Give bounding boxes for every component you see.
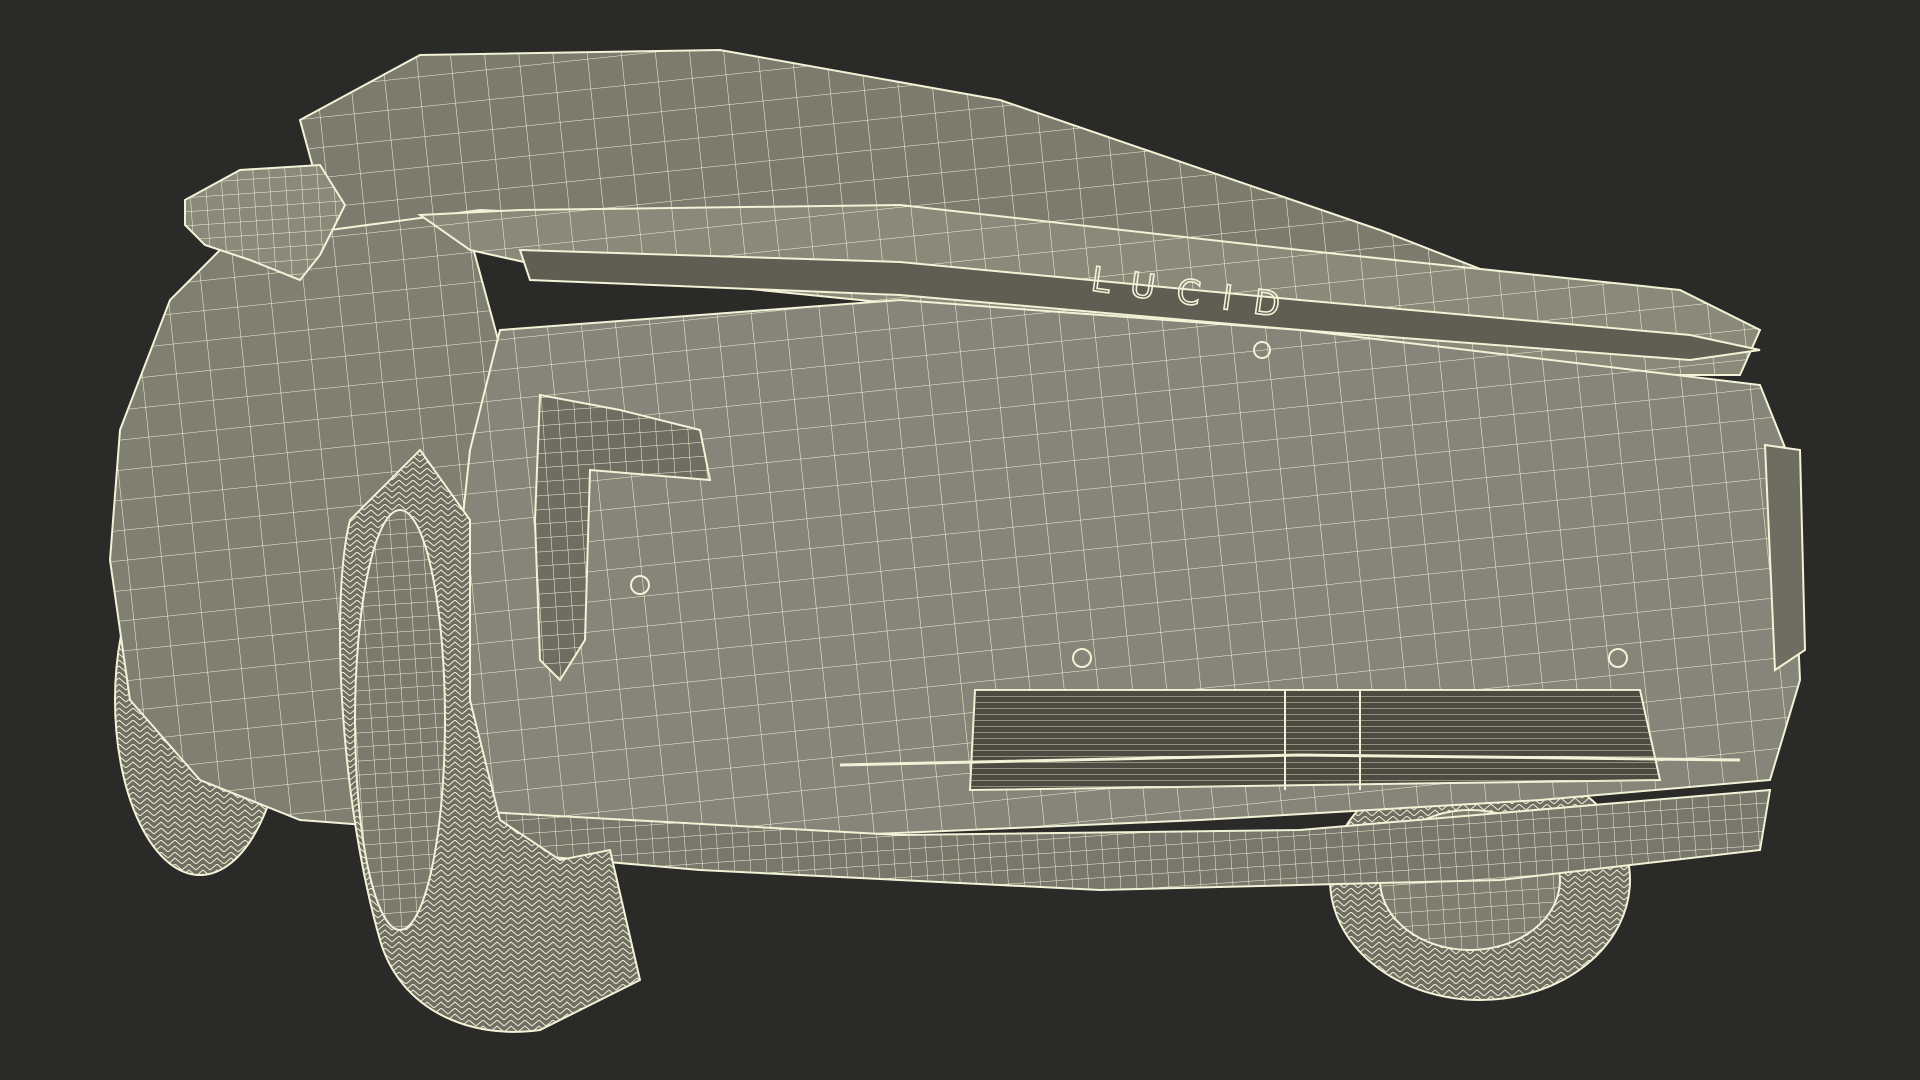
car-wireframe-render: LUCID — [108, 48, 1807, 1033]
lower-grille — [839, 689, 1741, 792]
render-viewport: LUCID — [0, 0, 1920, 1080]
